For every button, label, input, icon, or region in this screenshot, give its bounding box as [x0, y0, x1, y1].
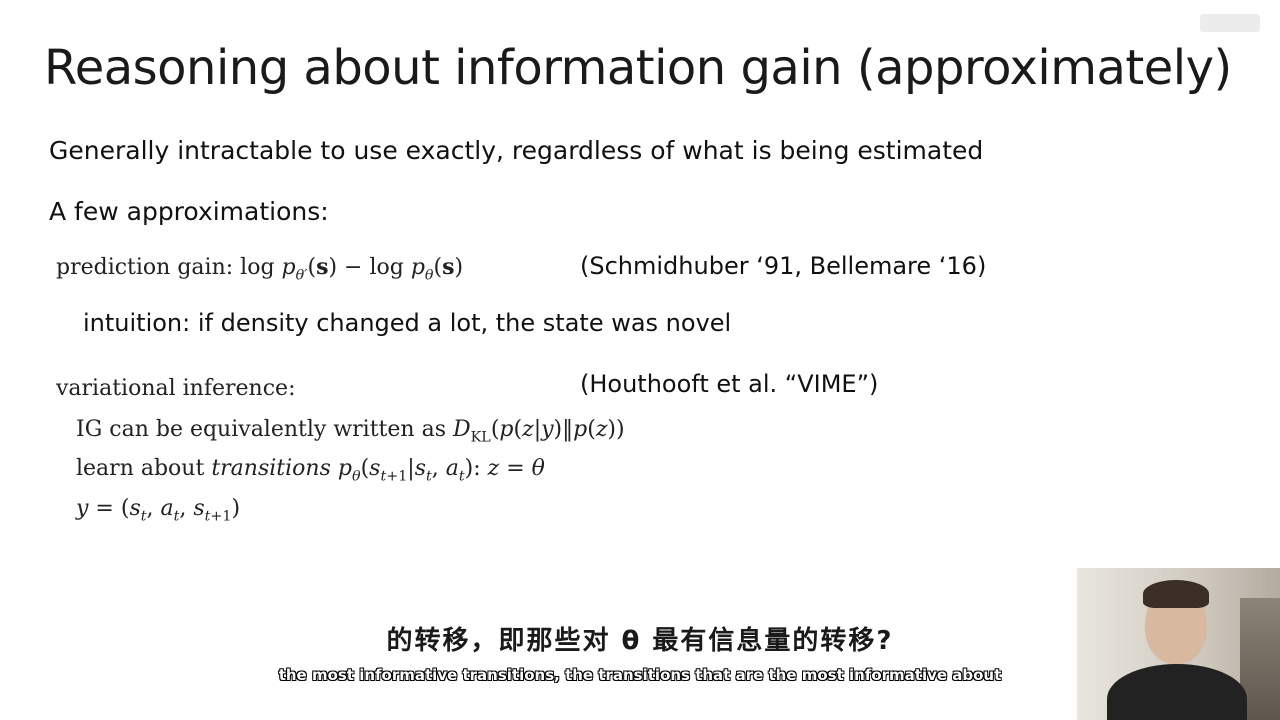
approximations-heading: A few approximations:	[49, 197, 329, 226]
subtitle-chinese: 的转移，即那些对 θ 最有信息量的转移?	[386, 626, 894, 656]
variational-reference: (Houthooft et al. “VIME”)	[580, 370, 879, 398]
learn-transitions-formula: learn about transitions pθ(st+1|st, at):…	[76, 456, 545, 484]
learn-text: learn about	[76, 456, 212, 481]
subtitle-english: the most informative transitions, the tr…	[278, 666, 1002, 684]
watermark-logo	[1200, 14, 1260, 32]
variational-inference-label: variational inference:	[56, 376, 296, 401]
intuition-line: intuition: if density changed a lot, the…	[83, 309, 732, 337]
transition-math: pθ(st+1|st, at): z = θ	[337, 456, 545, 485]
kl-math: DKL(p(z|y)‖p(z))	[452, 417, 625, 446]
ig-kl-formula: IG can be equivalently written as DKL(p(…	[76, 417, 625, 445]
transitions-word: transitions	[211, 456, 331, 481]
prediction-gain-label: prediction gain:	[56, 255, 241, 280]
intro-line: Generally intractable to use exactly, re…	[49, 136, 984, 165]
prediction-gain-math: log pθ′(s) − log pθ(s)	[240, 254, 464, 284]
y-definition-formula: y = (st, at, st+1)	[76, 496, 241, 525]
prediction-gain-reference: (Schmidhuber ‘91, Bellemare ‘16)	[580, 252, 987, 280]
ig-text: IG can be equivalently written as	[76, 417, 453, 442]
prediction-gain-formula: prediction gain: log pθ′(s) − log pθ(s)	[56, 254, 463, 283]
slide-title: Reasoning about information gain (approx…	[44, 40, 1232, 96]
